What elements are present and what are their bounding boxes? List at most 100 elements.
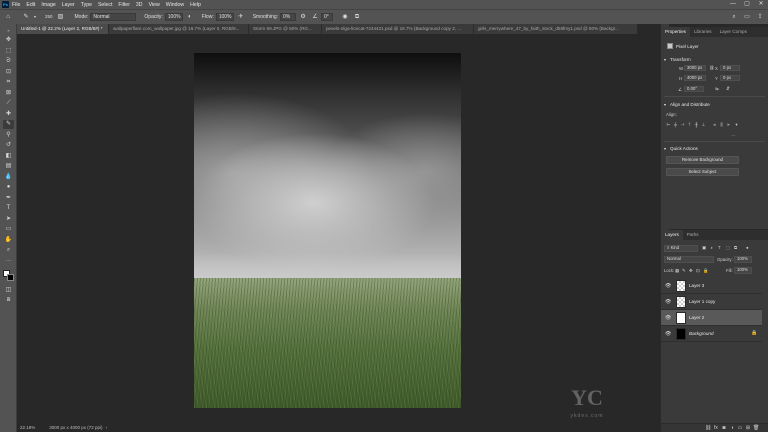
blend-mode-select[interactable]: Normal xyxy=(664,256,714,263)
align-top-edges-icon[interactable]: ⊤ xyxy=(687,122,692,127)
visibility-eye-icon[interactable]: 👁 xyxy=(665,315,671,321)
layer-row-layer-1-copy[interactable]: 👁 Layer 1 copy xyxy=(661,294,762,310)
lasso-tool-icon[interactable]: ᘐ xyxy=(3,57,14,66)
minimize-button[interactable]: — xyxy=(726,0,740,9)
menu-file[interactable]: File xyxy=(12,2,20,8)
move-tool-icon[interactable]: ✥ xyxy=(3,36,14,45)
filter-type-icon[interactable]: T xyxy=(718,245,721,250)
screen-mode-icon[interactable]: ⧈ xyxy=(3,296,14,305)
align-to-dropdown-icon[interactable]: ▾ xyxy=(734,122,739,127)
hand-tool-icon[interactable]: ✋ xyxy=(3,236,14,245)
menu-type[interactable]: Type xyxy=(81,2,92,8)
tab-pexels-olga[interactable]: pexels-olga-lioncat-7244421.psd @ 16.7% … xyxy=(322,24,474,34)
more-tools-icon[interactable]: ··· xyxy=(3,257,14,266)
dodge-tool-icon[interactable]: ● xyxy=(3,183,14,192)
menu-filter[interactable]: Filter xyxy=(118,2,130,8)
brush-tool-icon[interactable]: ✎ xyxy=(22,13,30,21)
menu-window[interactable]: Window xyxy=(166,2,184,8)
align-bottom-edges-icon[interactable]: ⊥ xyxy=(701,122,706,127)
layer-row-layer-3[interactable]: 👁 Layer 3 xyxy=(661,278,762,294)
clone-stamp-tool-icon[interactable]: ⚲ xyxy=(3,131,14,140)
symmetry-icon[interactable]: ⧉ xyxy=(353,13,361,21)
tab-layers[interactable]: Layers xyxy=(661,230,683,240)
distribute-left-icon[interactable]: ⫷ xyxy=(712,122,717,127)
frame-tool-icon[interactable]: ⊠ xyxy=(3,89,14,98)
new-adjustment-layer-icon[interactable]: ◑ xyxy=(729,425,735,431)
pressure-opacity-icon[interactable]: ◐ xyxy=(186,13,194,21)
x-field[interactable]: 0 px xyxy=(720,65,740,71)
tab-layer-comps[interactable]: Layer Comps xyxy=(716,27,751,37)
tab-libraries[interactable]: Libraries xyxy=(690,27,716,37)
link-dimensions-icon[interactable]: ⛓ xyxy=(709,65,714,71)
select-subject-button[interactable]: Select Subject xyxy=(666,168,739,176)
new-group-icon[interactable]: ▭ xyxy=(737,425,743,431)
path-selection-tool-icon[interactable]: ➤ xyxy=(3,215,14,224)
menu-3d[interactable]: 3D xyxy=(136,2,143,8)
brush-tool-selected-icon[interactable]: ✎ xyxy=(3,120,14,129)
lock-all-icon[interactable]: 🔒 xyxy=(703,268,708,274)
smoothing-field[interactable]: 0% xyxy=(280,13,297,21)
pen-tool-icon[interactable]: ✒ xyxy=(3,194,14,203)
background-color-swatch[interactable] xyxy=(7,274,14,281)
remove-background-button[interactable]: Remove Background xyxy=(666,156,739,164)
type-tool-icon[interactable]: T xyxy=(3,204,14,213)
add-mask-icon[interactable]: ◙ xyxy=(721,425,727,431)
tab-properties[interactable]: Properties xyxy=(661,27,690,37)
status-menu-arrow-icon[interactable]: › xyxy=(106,425,108,430)
menu-edit[interactable]: Edit xyxy=(26,2,35,8)
rectangle-tool-icon[interactable]: ▭ xyxy=(3,225,14,234)
tab-girls-merrywhere[interactable]: girls_merrywhere_47_by_faith_stock_d58fm… xyxy=(474,24,638,34)
toolbar-collapse-icon[interactable]: » xyxy=(3,26,14,35)
menu-view[interactable]: View xyxy=(149,2,160,8)
transform-collapse-icon[interactable]: ▾ xyxy=(664,57,666,62)
zoom-tool-icon[interactable]: ⌕ xyxy=(3,246,14,255)
eyedropper-tool-icon[interactable]: ⟋ xyxy=(3,99,14,108)
pressure-size-icon[interactable]: ◉ xyxy=(341,13,349,21)
visibility-eye-icon[interactable]: 👁 xyxy=(665,331,671,337)
quick-actions-collapse-icon[interactable]: ▾ xyxy=(664,146,666,151)
visibility-eye-icon[interactable]: 👁 xyxy=(665,283,671,289)
close-window-button[interactable]: ✕ xyxy=(754,0,768,9)
tab-paths[interactable]: Paths xyxy=(683,230,703,240)
document-canvas[interactable] xyxy=(194,53,461,408)
layer-row-layer-2[interactable]: 👁 Layer 2 xyxy=(661,310,762,326)
healing-brush-tool-icon[interactable]: ✚ xyxy=(3,110,14,119)
align-vertical-centers-icon[interactable]: ╫ xyxy=(694,122,699,127)
menu-image[interactable]: Image xyxy=(41,2,55,8)
align-collapse-icon[interactable]: ▾ xyxy=(664,102,666,107)
flip-vertical-icon[interactable]: ⇵ xyxy=(726,86,730,92)
eraser-tool-icon[interactable]: ◧ xyxy=(3,152,14,161)
link-layers-icon[interactable]: ⛓ xyxy=(705,425,711,431)
mode-select[interactable]: Normal xyxy=(90,13,137,21)
workspace-icon[interactable]: ▭ xyxy=(743,13,751,21)
brush-size-value[interactable]: 250 xyxy=(45,13,53,21)
opacity-field[interactable]: 100% xyxy=(164,13,183,21)
quick-mask-icon[interactable]: ◫ xyxy=(3,286,14,295)
home-icon[interactable]: ⌂ xyxy=(4,13,12,21)
gradient-tool-icon[interactable]: ▤ xyxy=(3,162,14,171)
tab-untitled-1[interactable]: Untitled-1 @ 22.2% (Layer 2, RGB/8#) * xyxy=(17,24,109,34)
blur-tool-icon[interactable]: 💧 xyxy=(3,173,14,182)
fill-field[interactable]: 100% xyxy=(734,267,752,274)
maximize-button[interactable]: ▢ xyxy=(740,0,754,9)
smoothing-settings-gear-icon[interactable]: ⚙ xyxy=(299,13,307,21)
filter-smart-object-icon[interactable]: ⧉ xyxy=(734,245,737,250)
tab-storm[interactable]: Storm 69.JPG @ 50% (RG... xyxy=(249,24,322,34)
crop-tool-icon[interactable]: ⌗ xyxy=(3,78,14,87)
tab-wallpaperflare[interactable]: wallpaperflare.com_wallpaper.jpg @ 16.7%… xyxy=(109,24,249,34)
layer-lock-icon[interactable]: 🔒 xyxy=(751,330,757,336)
marquee-tool-icon[interactable]: ⬚ xyxy=(3,47,14,56)
search-icon[interactable]: ⌕ xyxy=(730,13,738,21)
height-field[interactable]: 4000 px xyxy=(684,75,706,81)
angle-field[interactable]: 0° xyxy=(321,13,334,21)
width-field[interactable]: 3000 px xyxy=(684,65,706,71)
layer-opacity-field[interactable]: 100% xyxy=(734,256,752,263)
brush-settings-icon[interactable]: ▧ xyxy=(57,13,65,21)
distribute-center-icon[interactable]: ⫼ xyxy=(719,122,724,127)
share-icon[interactable]: ⇪ xyxy=(756,13,764,21)
filter-kind-select[interactable]: ⌕ Kind xyxy=(664,245,698,252)
filter-pixel-icon[interactable]: ▣ xyxy=(702,245,706,251)
visibility-eye-icon[interactable]: 👁 xyxy=(665,299,671,305)
flip-horizontal-icon[interactable]: ⇋ xyxy=(715,86,719,92)
lock-artboard-icon[interactable]: ⊡ xyxy=(696,268,700,274)
